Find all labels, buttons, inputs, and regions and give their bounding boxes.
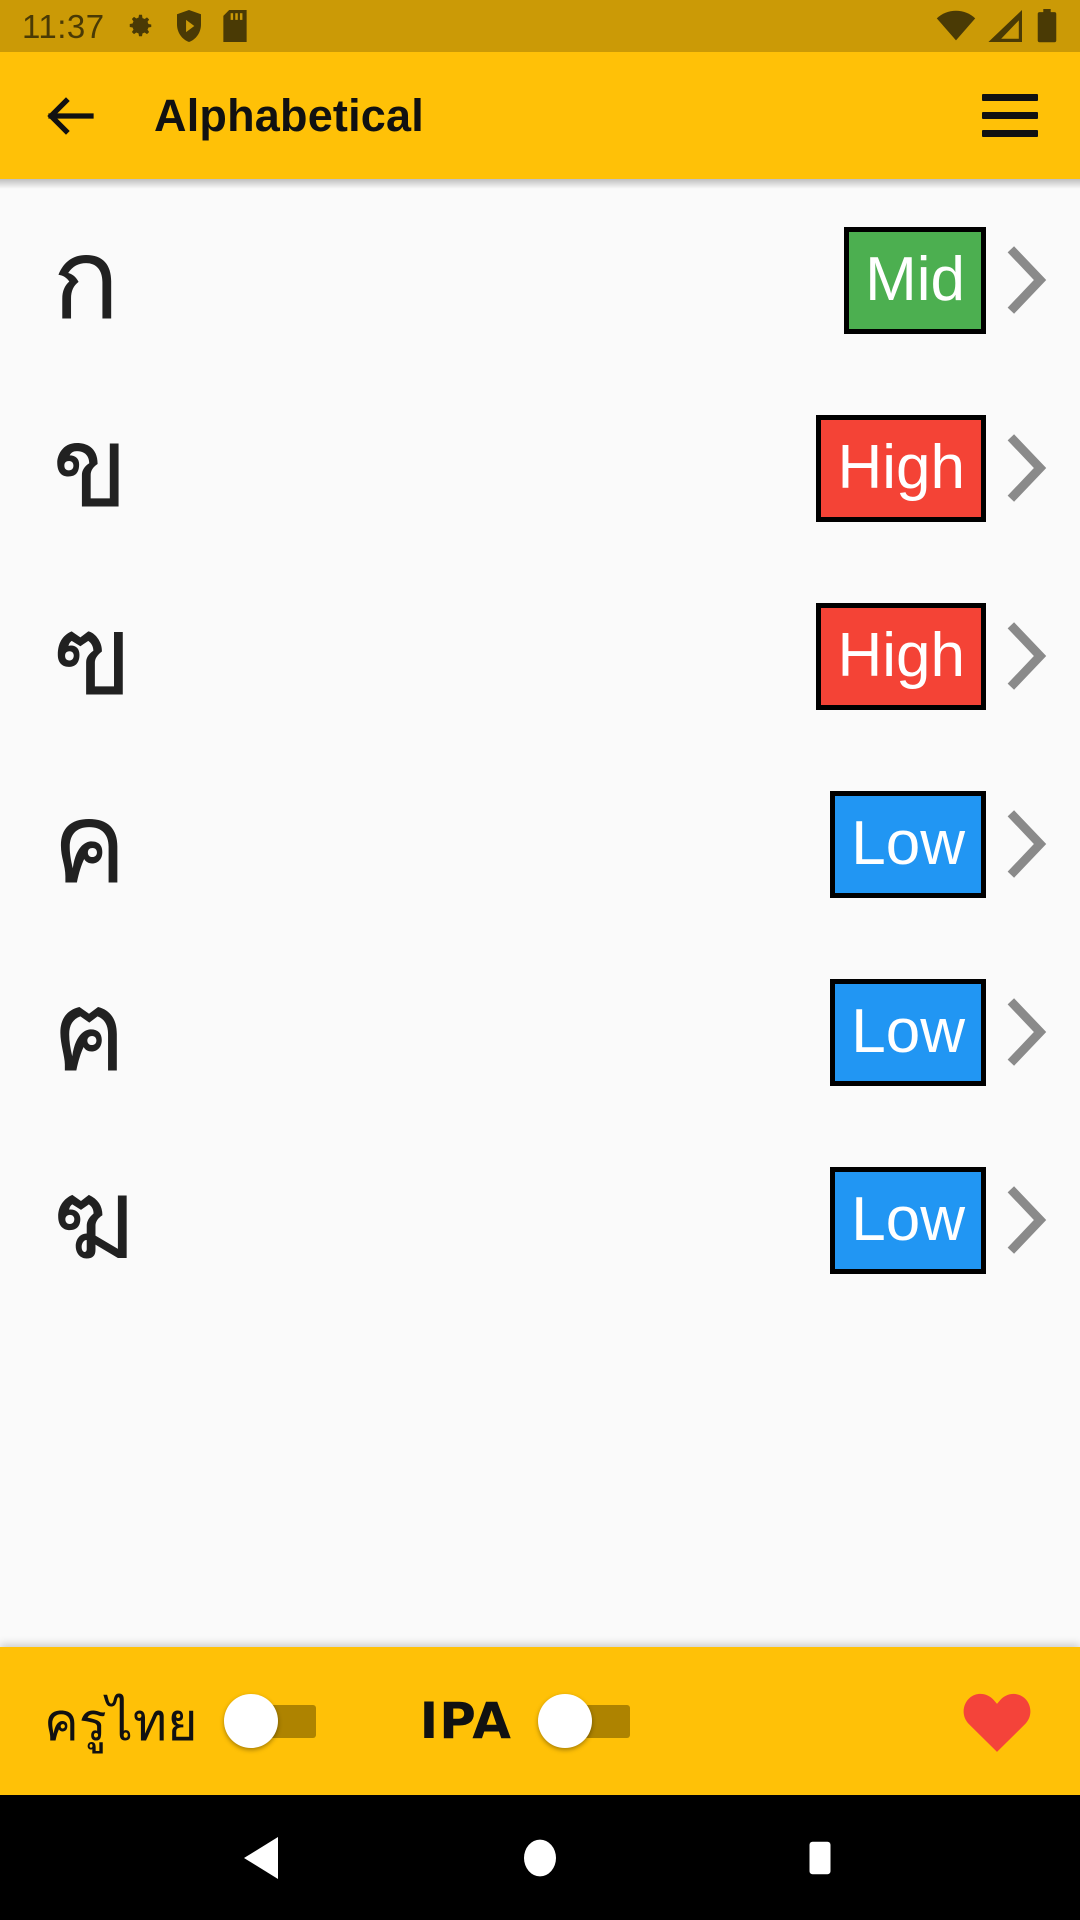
consonant-glyph: ฅ <box>52 967 127 1097</box>
page-title: Alphabetical <box>154 89 424 141</box>
tone-class-badge: Mid <box>844 226 986 334</box>
battery-icon <box>1037 9 1057 43</box>
status-bar-right <box>936 9 1058 43</box>
arrow-left-icon <box>47 96 94 135</box>
menu-bar-2 <box>982 112 1038 119</box>
list-rows: ก Mid ข High ฃ High ค Low ฅ Low ฆ Low <box>0 179 1080 1314</box>
chevron-right-icon <box>1007 1186 1047 1254</box>
thai-teacher-toggle[interactable] <box>223 1692 316 1750</box>
menu-bar-3 <box>982 130 1038 137</box>
toggle-thumb <box>537 1694 592 1748</box>
nav-recents-button[interactable] <box>775 1813 865 1903</box>
gear-icon <box>129 14 151 37</box>
consonant-glyph: ฃ <box>52 591 132 721</box>
cellular-signal-icon <box>988 10 1022 42</box>
app-bar: Alphabetical <box>0 52 1080 179</box>
ipa-label: IPA <box>419 1692 512 1750</box>
android-nav-bar <box>0 1795 1080 1920</box>
nav-home-circle-icon <box>524 1839 556 1876</box>
phone-screen: 11:37 Alphabetical ก Mid ข High ฃ High ค… <box>0 0 1080 1920</box>
nav-recents-square-icon <box>809 1841 831 1874</box>
row-chevron[interactable] <box>996 616 1058 696</box>
nav-home-button[interactable] <box>495 1813 585 1903</box>
menu-bar-1 <box>982 94 1038 101</box>
nav-back-button[interactable] <box>215 1813 305 1903</box>
bottom-toolbar: ครูไทย IPA <box>0 1647 1080 1795</box>
list-item[interactable]: ข High <box>0 374 1080 562</box>
favorite-button[interactable] <box>954 1678 1040 1764</box>
chevron-right-icon <box>1007 810 1047 878</box>
heart-icon <box>963 1693 1031 1752</box>
list-item[interactable]: ฆ Low <box>0 1126 1080 1314</box>
tone-class-badge: High <box>816 414 986 522</box>
tone-class-badge: Low <box>830 1166 986 1274</box>
row-chevron[interactable] <box>996 992 1058 1072</box>
consonant-glyph: ก <box>52 215 120 345</box>
consonant-list[interactable]: ก Mid ข High ฃ High ค Low ฅ Low ฆ Low <box>0 179 1080 1647</box>
back-button[interactable] <box>34 79 108 153</box>
list-item[interactable]: ฅ Low <box>0 938 1080 1126</box>
thai-teacher-label: ครูไทย <box>44 1692 198 1753</box>
consonant-glyph: ค <box>52 779 127 909</box>
status-bar: 11:37 <box>0 0 1080 52</box>
tone-class-badge: Low <box>830 978 986 1086</box>
row-chevron[interactable] <box>996 1180 1058 1260</box>
sd-card-icon <box>223 10 247 42</box>
row-chevron[interactable] <box>996 804 1058 884</box>
list-item[interactable]: ก Mid <box>0 186 1080 374</box>
ipa-toggle[interactable] <box>537 1692 630 1750</box>
consonant-glyph: ฆ <box>52 1155 136 1285</box>
consonant-glyph: ข <box>52 403 129 533</box>
hamburger-menu-icon[interactable] <box>974 80 1046 152</box>
chevron-right-icon <box>1007 246 1047 314</box>
wifi-icon <box>936 10 976 41</box>
ipa-group: IPA <box>420 1692 630 1750</box>
thai-teacher-group: ครูไทย <box>44 1680 316 1763</box>
tone-class-badge: High <box>816 602 986 710</box>
list-item[interactable]: ฃ High <box>0 562 1080 750</box>
row-chevron[interactable] <box>996 428 1058 508</box>
row-chevron[interactable] <box>996 240 1058 320</box>
nav-back-triangle-icon <box>244 1836 278 1879</box>
status-clock: 11:37 <box>22 7 105 45</box>
list-item[interactable]: ค Low <box>0 750 1080 938</box>
shield-play-icon <box>176 10 201 42</box>
toggle-thumb <box>223 1694 278 1748</box>
chevron-right-icon <box>1007 998 1047 1066</box>
chevron-right-icon <box>1007 622 1047 690</box>
chevron-right-icon <box>1007 434 1047 502</box>
status-bar-left: 11:37 <box>22 10 247 43</box>
tone-class-badge: Low <box>830 790 986 898</box>
